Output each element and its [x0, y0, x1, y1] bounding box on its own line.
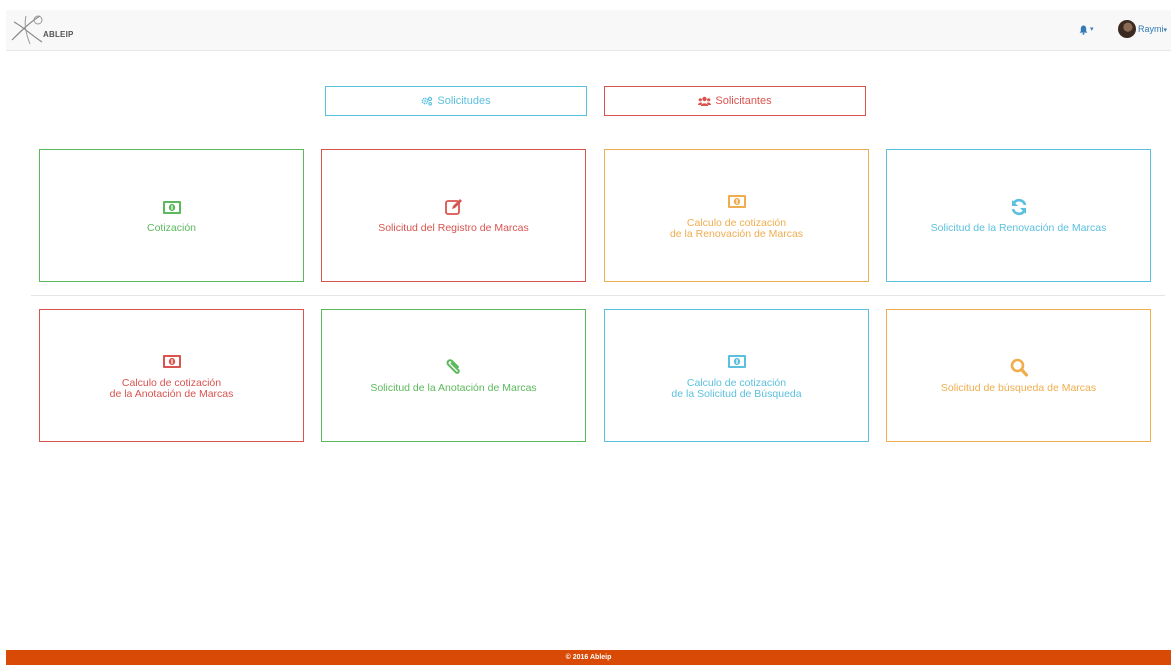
money-icon — [162, 355, 181, 368]
money-icon — [727, 195, 746, 208]
footer-copyright: © 2016 Ableip — [565, 654, 612, 661]
card-cotizacion-anotacion[interactable]: Calculo de cotización de la Anotación de… — [39, 309, 304, 442]
card-cotizacion-busqueda[interactable]: Calculo de cotización de la Solicitud de… — [604, 309, 869, 442]
avatar — [1118, 20, 1136, 38]
card-solicitud-renovacion-label: Solicitud de la Renovación de Marcas — [930, 222, 1107, 234]
card-solicitud-renovacion[interactable]: Solicitud de la Renovación de Marcas — [886, 149, 1151, 282]
edit-icon — [444, 199, 462, 215]
logo-swoosh-icon — [11, 15, 43, 45]
user-name: Raymi▾ — [1138, 24, 1168, 34]
brand-name: ABLEIP — [43, 30, 74, 39]
card-solicitud-anotacion[interactable]: Solicitud de la Anotación de Marcas — [321, 309, 586, 442]
tab-solicitudes[interactable]: Solicitudes — [325, 86, 587, 116]
card-cotizacion-label: Cotización — [146, 222, 197, 234]
search-icon — [1010, 358, 1028, 377]
money-icon — [727, 355, 746, 368]
tab-solicitantes-label: Solicitantes — [715, 95, 772, 107]
card-cotizacion-renovacion[interactable]: Calculo de cotización de la Renovación d… — [604, 149, 869, 282]
card-solicitud-registro-label: Solicitud del Registro de Marcas — [378, 222, 529, 234]
card-solicitud-busqueda-label: Solicitud de búsqueda de Marcas — [940, 382, 1097, 394]
user-caret: ▾ — [1163, 27, 1168, 34]
card-solicitud-busqueda[interactable]: Solicitud de búsqueda de Marcas — [886, 309, 1151, 442]
gears-icon — [421, 96, 433, 106]
section-divider — [31, 295, 1165, 296]
card-solicitud-registro[interactable]: Solicitud del Registro de Marcas — [321, 149, 586, 282]
card-cotizacion-busqueda-label: Calculo de cotización de la Solicitud de… — [671, 376, 802, 400]
paperclip-icon — [446, 359, 460, 374]
bell-icon — [1079, 25, 1088, 35]
money-icon — [162, 200, 181, 214]
card-solicitud-anotacion-label: Solicitud de la Anotación de Marcas — [370, 382, 537, 394]
card-cotizacion-anotacion-label: Calculo de cotización de la Anotación de… — [109, 376, 234, 400]
card-cotizacion[interactable]: Cotización — [39, 149, 304, 282]
footer: © 2016 Ableip — [6, 650, 1171, 665]
refresh-icon — [1011, 198, 1026, 216]
users-icon — [698, 96, 712, 106]
notifications-caret: ▾ — [1090, 26, 1094, 33]
brand-logo[interactable]: ABLEIP — [6, 10, 96, 50]
card-cotizacion-renovacion-label: Calculo de cotización de la Renovación d… — [669, 216, 804, 240]
top-navbar: ABLEIP ▾ Raymi▾ — [6, 10, 1171, 51]
notifications-dropdown[interactable]: ▾ — [1079, 25, 1095, 37]
tab-solicitantes[interactable]: Solicitantes — [604, 86, 866, 116]
tab-solicitudes-label: Solicitudes — [437, 95, 491, 107]
